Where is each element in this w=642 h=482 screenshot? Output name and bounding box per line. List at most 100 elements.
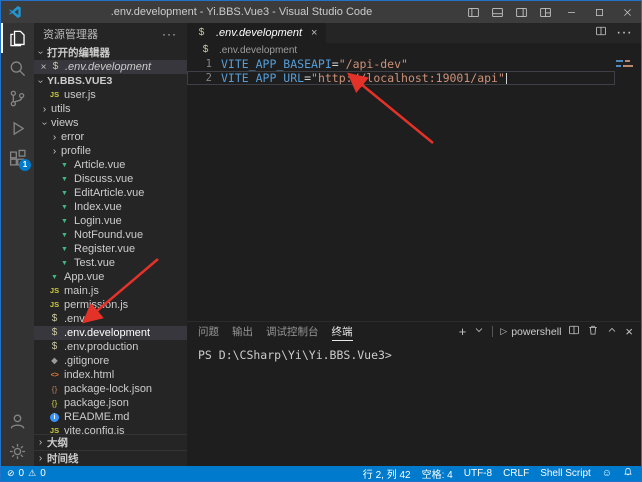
- tree-item-vite.config.js[interactable]: JSvite.config.js: [34, 424, 187, 434]
- tree-item-Discuss.vue[interactable]: ▼ Discuss.vue: [34, 172, 187, 186]
- shell-file-icon: $: [49, 342, 60, 352]
- close-panel-icon[interactable]: ×: [625, 325, 633, 338]
- language-mode[interactable]: Shell Script: [540, 468, 591, 479]
- split-editor-icon[interactable]: [595, 24, 607, 42]
- file-name: main.js: [64, 285, 99, 297]
- tree-item-.env.production[interactable]: $.env.production: [34, 340, 187, 354]
- panel-tab-问题[interactable]: 问题: [198, 322, 219, 341]
- file-name: Discuss.vue: [74, 173, 133, 185]
- bottom-panel: 问题输出调试控制台终端 + ▷ powershell: [187, 321, 641, 466]
- file-name: Index.vue: [74, 201, 122, 213]
- minimap[interactable]: [616, 60, 636, 70]
- tree-item-views[interactable]: ›views: [34, 116, 187, 130]
- tree-item-Test.vue[interactable]: ▼Test.vue: [34, 256, 187, 270]
- close-tab-icon[interactable]: ×: [311, 27, 317, 39]
- readme-file-icon: i: [50, 413, 59, 422]
- split-terminal-icon[interactable]: [568, 323, 580, 341]
- vue-file-icon: ▼: [59, 204, 70, 211]
- more-actions-icon[interactable]: ···: [616, 24, 632, 42]
- timeline-section-header[interactable]: › 时间线: [34, 450, 187, 466]
- close-icon[interactable]: ×: [37, 62, 50, 73]
- panel-tab-终端[interactable]: 终端: [332, 322, 353, 341]
- explorer-icon[interactable]: [1, 23, 34, 53]
- settings-gear-icon[interactable]: [1, 436, 34, 466]
- file-name: .env: [64, 313, 85, 325]
- file-name: index.html: [64, 369, 114, 381]
- run-debug-icon[interactable]: [1, 113, 34, 143]
- tree-item-profile[interactable]: ›profile: [34, 144, 187, 158]
- maximize-panel-icon[interactable]: [606, 323, 618, 341]
- tree-item-.env.development[interactable]: $.env.development: [34, 326, 187, 340]
- sidebar-more-actions-icon[interactable]: ···: [162, 27, 177, 41]
- extensions-icon[interactable]: 1: [1, 143, 34, 173]
- project-root-header[interactable]: › YI.BBS.VUE3: [34, 74, 187, 88]
- tree-item-main.js[interactable]: JS main.js: [34, 284, 187, 298]
- toggle-panel-icon[interactable]: [485, 1, 509, 23]
- sidebar-header: 资源管理器 ···: [34, 23, 187, 45]
- code-line-2[interactable]: 2VITE_APP_URL="http://localhost:19001/ap…: [187, 71, 641, 85]
- panel-tab-输出[interactable]: 输出: [232, 322, 253, 341]
- code-lines: 1VITE_APP_BASEAPI="/api-dev"2VITE_APP_UR…: [187, 57, 641, 85]
- js-file-icon: JS: [49, 287, 60, 295]
- cursor-position[interactable]: 行 2, 列 42: [363, 466, 411, 481]
- minimize-button[interactable]: [557, 1, 585, 23]
- feedback-smiley-icon[interactable]: ☺: [602, 468, 612, 479]
- customize-layout-icon[interactable]: [533, 1, 557, 23]
- tree-item-Login.vue[interactable]: ▼Login.vue: [34, 214, 187, 228]
- terminal-instance[interactable]: ▷ powershell: [500, 326, 561, 338]
- tree-item-error[interactable]: ›error: [34, 130, 187, 144]
- code-editor[interactable]: 1VITE_APP_BASEAPI="/api-dev"2VITE_APP_UR…: [187, 57, 641, 321]
- terminal-dropdown-icon[interactable]: [473, 323, 485, 341]
- extensions-badge: 1: [19, 159, 31, 171]
- layout-controls: [461, 1, 641, 23]
- file-name: EditArticle.vue: [74, 187, 144, 199]
- close-window-button[interactable]: [613, 1, 641, 23]
- notifications-bell-icon[interactable]: [623, 467, 633, 480]
- toggle-secondary-sidebar-icon[interactable]: [509, 1, 533, 23]
- tree-item-utils[interactable]: ›utils: [34, 102, 187, 116]
- shell-file-icon: $: [196, 28, 207, 38]
- editor-tab-bar: $ .env.development × ···: [187, 23, 641, 43]
- tree-item-README.md[interactable]: iREADME.md: [34, 410, 187, 424]
- open-editor-name: .env.development: [65, 61, 151, 73]
- chevron-right-icon: ›: [34, 437, 47, 448]
- kill-terminal-trash-icon[interactable]: [587, 323, 599, 341]
- tree-item-.env[interactable]: $.env: [34, 312, 187, 326]
- tree-item-package-lock.json[interactable]: {}package-lock.json: [34, 382, 187, 396]
- account-icon[interactable]: [1, 406, 34, 436]
- maximize-button[interactable]: [585, 1, 613, 23]
- chevron-right-icon: ›: [48, 146, 61, 157]
- source-control-icon[interactable]: [1, 83, 34, 113]
- tree-item-package.json[interactable]: {}package.json: [34, 396, 187, 410]
- separator: [492, 326, 493, 337]
- explorer-sidebar: 资源管理器 ··· › 打开的编辑器 × $ .env.development …: [34, 23, 187, 466]
- open-editors-header[interactable]: › 打开的编辑器: [34, 45, 187, 60]
- tree-item-user.js[interactable]: JSuser.js: [34, 88, 187, 102]
- problems-status[interactable]: ⊘ 0 ⚠ 0: [7, 468, 46, 479]
- breadcrumb[interactable]: $ .env.development: [187, 43, 641, 57]
- new-terminal-icon[interactable]: +: [459, 325, 467, 338]
- tree-item-App.vue[interactable]: ▼App.vue: [34, 270, 187, 284]
- tree-item-Register.vue[interactable]: ▼Register.vue: [34, 242, 187, 256]
- tree-item-.gitignore[interactable]: ◆.gitignore: [34, 354, 187, 368]
- outline-section-header[interactable]: › 大纲: [34, 434, 187, 450]
- indentation[interactable]: 空格: 4: [422, 466, 453, 481]
- tree-item-permission.js[interactable]: JSpermission.js: [34, 298, 187, 312]
- panel-tab-调试控制台[interactable]: 调试控制台: [266, 322, 319, 341]
- tree-item-index.html[interactable]: <>index.html: [34, 368, 187, 382]
- tree-item-NotFound.vue[interactable]: ▼NotFound.vue: [34, 228, 187, 242]
- code-line-1[interactable]: 1VITE_APP_BASEAPI="/api-dev": [187, 57, 641, 71]
- encoding[interactable]: UTF-8: [464, 468, 492, 479]
- js-file-icon: JS: [49, 427, 60, 434]
- eol[interactable]: CRLF: [503, 468, 529, 479]
- tree-item-Index.vue[interactable]: ▼ Index.vue: [34, 200, 187, 214]
- vue-file-icon: ▼: [59, 176, 70, 183]
- editor-tab-env-development[interactable]: $ .env.development ×: [187, 23, 326, 43]
- search-icon[interactable]: [1, 53, 34, 83]
- open-editor-item[interactable]: × $ .env.development: [34, 60, 187, 74]
- sidebar-title-label: 资源管理器: [43, 26, 98, 42]
- tree-item-EditArticle.vue[interactable]: ▼EditArticle.vue: [34, 186, 187, 200]
- tree-item-Article.vue[interactable]: ▼Article.vue: [34, 158, 187, 172]
- terminal-output[interactable]: PS D:\CSharp\Yi\Yi.BBS.Vue3>: [187, 341, 641, 362]
- toggle-sidebar-icon[interactable]: [461, 1, 485, 23]
